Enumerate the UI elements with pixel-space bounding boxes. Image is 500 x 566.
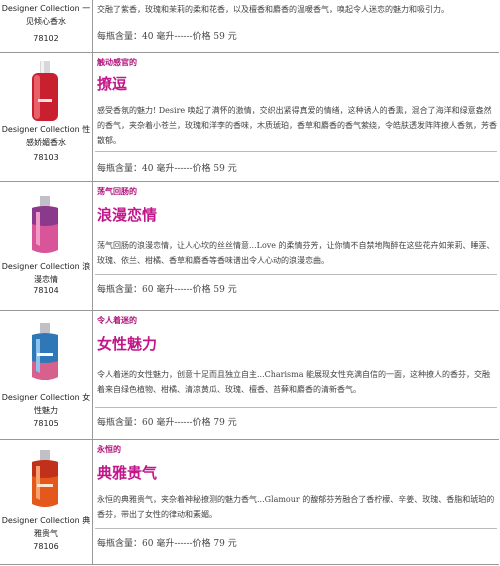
perfume-bottle-pink-image [32, 196, 58, 253]
product-tagline: 永恒的 [97, 445, 121, 454]
product-code: 78105 [33, 419, 59, 428]
product-name: Designer Collection 一见倾心香水 [1, 4, 91, 26]
product-price: 每瓶含量：40 毫升------价格 59 元 [97, 32, 237, 42]
product-tagline: 荡气回肠的 [97, 187, 137, 196]
product-detail-cell: 触动感官的 撩逗 感受香氛的魅力! Desire 唤起了满怀的激情，交织出紧得真… [95, 53, 497, 181]
product-code: 78103 [33, 153, 59, 162]
product-description: 交融了紫香，玫瑰和茉莉的柔和花香，以及檀香和麝香的温暖香气，唤起令人迷恋的魅力和… [97, 5, 449, 14]
product-description: 荡气回肠的浪漫恋情，让人心坎的丝丝情意...Love 的柔情芬芳，让你情不自禁地… [97, 241, 495, 265]
product-tagline: 触动感官的 [97, 58, 137, 67]
product-row: Designer Collection 典雅贵气 78106 永恒的 典雅贵气 … [0, 440, 499, 565]
product-row: Designer Collection 一见倾心香水 78102 交融了紫香，玫… [0, 0, 499, 53]
product-info-cell: Designer Collection 一见倾心香水 78102 [0, 0, 93, 52]
product-name: Designer Collection 性感娇媚香水 [1, 125, 91, 147]
product-tagline: 令人着迷的 [97, 316, 137, 325]
product-row: Designer Collection 女性魅力 78105 令人着迷的 女性魅… [0, 311, 499, 440]
product-code: 78104 [33, 286, 59, 295]
product-detail-cell: 交融了紫香，玫瑰和茉莉的柔和花香，以及檀香和麝香的温暖香气，唤起令人迷恋的魅力和… [95, 0, 497, 52]
product-detail-cell: 荡气回肠的 浪漫恋情 荡气回肠的浪漫恋情，让人心坎的丝丝情意...Love 的柔… [95, 182, 497, 310]
product-title: 撩逗 [97, 75, 128, 93]
product-info-cell: Designer Collection 性感娇媚香水 78103 [0, 53, 93, 181]
product-title: 女性魅力 [97, 335, 158, 353]
product-name: Designer Collection 女性魅力 [1, 393, 91, 415]
price-divider [95, 528, 497, 529]
product-title: 浪漫恋情 [97, 206, 158, 224]
product-detail-cell: 令人着迷的 女性魅力 令人着迷的女性魅力，创意十足而且独立自主...Charis… [95, 311, 497, 439]
product-name: Designer Collection 浪漫恋情 [1, 262, 91, 284]
product-code: 78106 [33, 542, 59, 551]
product-description: 永恒的典雅贵气，夹杂着神秘撩测的魅力香气...Glamour 的馥郁芬芳融合了香… [97, 495, 495, 519]
perfume-bottle-orange-image [32, 450, 58, 507]
product-description: 感受香氛的魅力! Desire 唤起了满怀的激情，交织出紧得真爱的情绪，这种诱人… [97, 106, 497, 145]
product-price: 每瓶含量：60 毫升------价格 79 元 [97, 418, 237, 428]
price-divider [95, 407, 497, 408]
product-row: Designer Collection 浪漫恋情 78104 荡气回肠的 浪漫恋… [0, 182, 499, 311]
product-price: 每瓶含量：60 毫升------价格 59 元 [97, 285, 237, 295]
product-info-cell: Designer Collection 典雅贵气 78106 [0, 440, 93, 564]
product-price: 每瓶含量：60 毫升------价格 79 元 [97, 539, 237, 549]
product-name: Designer Collection 典雅贵气 [1, 516, 91, 538]
product-price: 每瓶含量：40 毫升------价格 59 元 [97, 164, 237, 174]
product-detail-cell: 永恒的 典雅贵气 永恒的典雅贵气，夹杂着神秘撩测的魅力香气...Glamour … [95, 440, 497, 564]
product-info-cell: Designer Collection 女性魅力 78105 [0, 311, 93, 439]
product-info-cell: Designer Collection 浪漫恋情 78104 [0, 182, 93, 310]
price-divider [95, 274, 497, 275]
perfume-bottle-red-image [32, 61, 58, 121]
product-description: 令人着迷的女性魅力，创意十足而且独立自主...Charisma 能展现女性充满自… [97, 370, 491, 394]
product-title: 典雅贵气 [97, 464, 158, 482]
product-code: 78102 [33, 34, 59, 43]
product-row: Designer Collection 性感娇媚香水 78103 触动感官的 撩… [0, 53, 499, 182]
price-divider [95, 151, 497, 152]
perfume-bottle-blue-image [32, 323, 58, 380]
